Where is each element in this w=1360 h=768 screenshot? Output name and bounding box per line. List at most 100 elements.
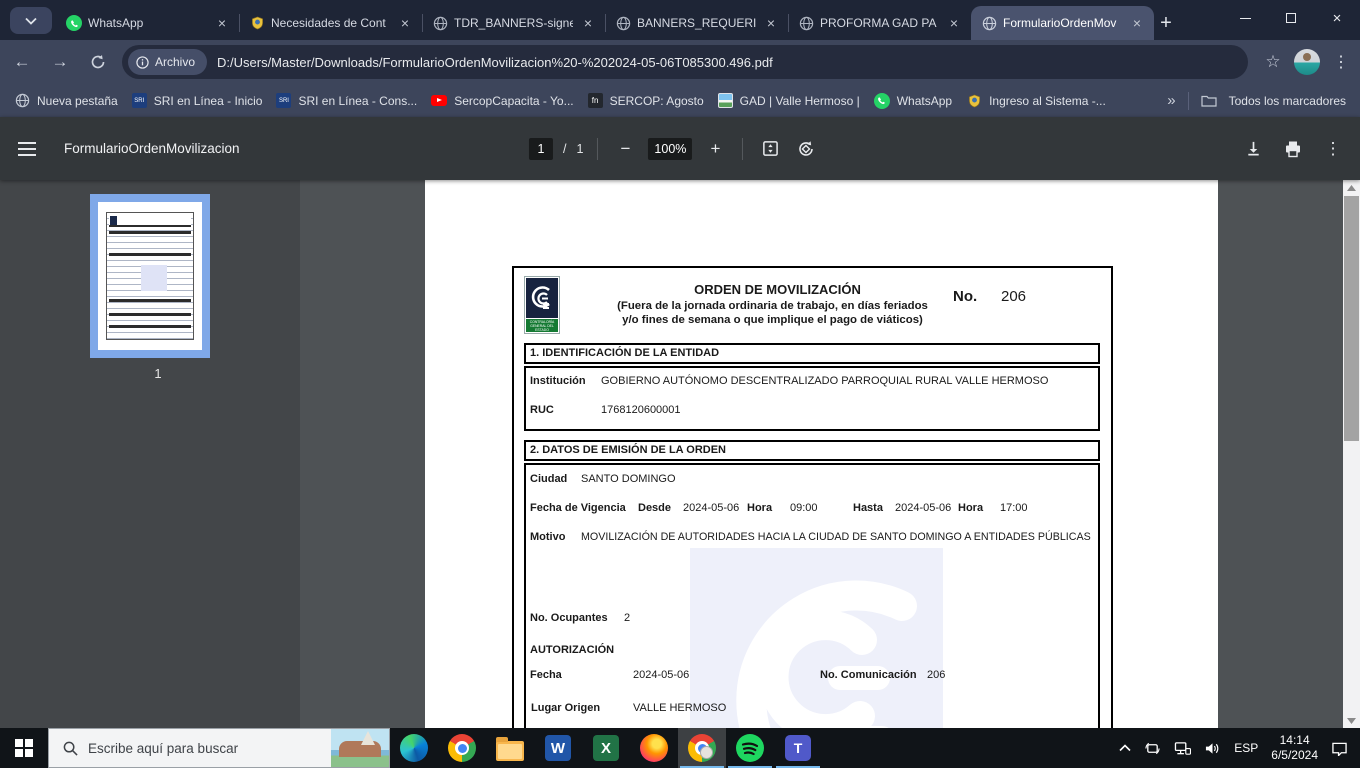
- thumbnail-page: [98, 202, 202, 350]
- desde-label: Desde: [638, 502, 672, 514]
- browser-menu-button[interactable]: ⋮: [1326, 52, 1356, 72]
- search-highlight-image[interactable]: [331, 729, 389, 767]
- new-tab-button[interactable]: +: [1152, 9, 1180, 37]
- close-button[interactable]: ×: [1314, 0, 1360, 36]
- zoom-in-button[interactable]: +: [702, 136, 728, 162]
- search-icon: [63, 741, 78, 756]
- tray-expand-button[interactable]: [1119, 744, 1131, 752]
- print-button[interactable]: [1280, 136, 1306, 162]
- document-frame: CONTRALORÍA GENERAL DEL ESTADO ORDEN DE …: [512, 266, 1113, 728]
- volume-icon[interactable]: [1204, 741, 1221, 756]
- maximize-button[interactable]: [1268, 0, 1314, 36]
- start-button[interactable]: [0, 728, 48, 768]
- bookmark-label: SRI en Línea - Inicio: [153, 93, 263, 108]
- bookmark-sri-inicio[interactable]: SRI SRI en Línea - Inicio: [131, 93, 263, 108]
- taskbar-word[interactable]: W: [534, 728, 582, 768]
- download-button[interactable]: [1240, 136, 1266, 162]
- pdf-menu-button[interactable]: [18, 141, 46, 156]
- taskbar-chrome-active[interactable]: [678, 728, 726, 768]
- document-subtitle-2: y/o fines de semana o que implique el pa…: [622, 314, 923, 326]
- zoom-out-button[interactable]: −: [612, 136, 638, 162]
- bookmarks-bar: Nueva pestaña SRI SRI en Línea - Inicio …: [0, 84, 1360, 117]
- rotate-button[interactable]: [793, 136, 819, 162]
- order-no-label: No.: [953, 288, 978, 305]
- tab-close-icon[interactable]: ×: [213, 14, 231, 32]
- language-indicator[interactable]: ESP: [1234, 741, 1258, 755]
- taskbar-file-explorer[interactable]: [486, 728, 534, 768]
- tab-close-icon[interactable]: ×: [396, 14, 414, 32]
- address-bar[interactable]: Archivo D:/Users/Master/Downloads/Formul…: [122, 45, 1248, 79]
- tab-whatsapp[interactable]: WhatsApp ×: [56, 6, 239, 40]
- gad-site-icon: [717, 93, 733, 108]
- taskbar-chrome[interactable]: [438, 728, 486, 768]
- tab-formulario-active[interactable]: FormularioOrdenMov ×: [971, 6, 1154, 40]
- tab-close-icon[interactable]: ×: [1128, 14, 1146, 32]
- bookmark-sercop-agosto[interactable]: fn SERCOP: Agosto: [587, 93, 704, 108]
- ruc-value: 1768120600001: [601, 404, 681, 416]
- all-bookmarks-label[interactable]: Todos los marcadores: [1229, 94, 1346, 108]
- pdf-actions: ⋮: [1240, 117, 1346, 180]
- folder-icon: [1201, 93, 1217, 109]
- fit-page-icon: [763, 141, 778, 156]
- fit-to-page-button[interactable]: [757, 136, 783, 162]
- pdf-more-button[interactable]: ⋮: [1320, 136, 1346, 162]
- bookmark-sercopcapacita[interactable]: SercopCapacita - Yo...: [431, 94, 574, 108]
- bookmark-nueva-pestana[interactable]: Nueva pestaña: [14, 93, 118, 109]
- bookmark-star-button[interactable]: ☆: [1258, 52, 1288, 72]
- network-icon[interactable]: [1174, 741, 1192, 756]
- zoom-level-input[interactable]: 100%: [648, 137, 693, 160]
- reload-button[interactable]: [82, 46, 114, 78]
- tab-label: Necesidades de Cont: [271, 16, 386, 30]
- url-text[interactable]: D:/Users/Master/Downloads/FormularioOrde…: [217, 55, 1236, 70]
- tab-search-button[interactable]: [10, 7, 52, 34]
- taskbar-teams[interactable]: T: [774, 728, 822, 768]
- taskbar-edge[interactable]: [390, 728, 438, 768]
- tab-close-icon[interactable]: ×: [579, 14, 597, 32]
- fecha-label: Fecha: [530, 669, 562, 681]
- origen-label: Lugar Origen: [531, 702, 601, 714]
- taskbar-excel[interactable]: X: [582, 728, 630, 768]
- viewer-scrollbar[interactable]: [1343, 180, 1360, 728]
- bookmark-gad-valle-hermoso[interactable]: GAD | Valle Hermoso |: [717, 93, 860, 108]
- tab-close-icon[interactable]: ×: [945, 14, 963, 32]
- ocupantes-label: No. Ocupantes: [530, 612, 608, 624]
- bookmark-ingreso-sistema[interactable]: Ingreso al Sistema -...: [966, 93, 1106, 109]
- page-thumbnail[interactable]: [90, 194, 210, 358]
- taskbar-firefox[interactable]: [630, 728, 678, 768]
- connect-icon[interactable]: [1144, 741, 1161, 756]
- scroll-up-arrow[interactable]: [1343, 180, 1360, 195]
- action-center-button[interactable]: [1331, 741, 1348, 756]
- site-info-chip[interactable]: Archivo: [128, 49, 208, 75]
- back-button[interactable]: ←: [6, 46, 38, 78]
- bookmark-whatsapp[interactable]: WhatsApp: [873, 92, 952, 109]
- document-subtitle-1: (Fuera de la jornada ordinaria de trabaj…: [617, 300, 928, 312]
- forward-button[interactable]: →: [44, 46, 76, 78]
- taskbar-clock[interactable]: 14:14 6/5/2024: [1271, 733, 1318, 763]
- spotify-icon: [736, 734, 764, 762]
- bookmarks-overflow-button[interactable]: »: [1167, 92, 1175, 109]
- sri-icon: SRI: [131, 93, 147, 108]
- taskbar-search[interactable]: Escribe aquí para buscar: [48, 728, 390, 768]
- taskbar: Escribe aquí para buscar W X T ESP 14:14…: [0, 728, 1360, 768]
- crest-icon: [966, 93, 982, 109]
- tab-proforma[interactable]: PROFORMA GAD PA ×: [788, 6, 971, 40]
- tab-banners-requerim[interactable]: BANNERS_REQUERIM ×: [605, 6, 788, 40]
- whatsapp-icon: [66, 15, 82, 31]
- comunicacion-label: No. Comunicación: [820, 669, 917, 681]
- page-number-input[interactable]: 1: [528, 137, 553, 160]
- ruc-label: RUC: [530, 404, 554, 416]
- bookmark-sri-consultas[interactable]: SRI SRI en Línea - Cons...: [276, 93, 417, 108]
- section1-header: 1. IDENTIFICACIÓN DE LA ENTIDAD: [524, 343, 1100, 364]
- profile-avatar[interactable]: [1294, 49, 1320, 75]
- tab-tdr-banners[interactable]: TDR_BANNERS-signe ×: [422, 6, 605, 40]
- tab-strip: WhatsApp × Necesidades de Cont × TDR_BAN…: [0, 0, 1360, 40]
- taskbar-spotify[interactable]: [726, 728, 774, 768]
- minimize-button[interactable]: [1222, 0, 1268, 36]
- tab-necesidades[interactable]: Necesidades de Cont ×: [239, 6, 422, 40]
- scroll-down-arrow[interactable]: [1343, 713, 1360, 728]
- pdf-viewer: 1 CONTRALORÍA GENERAL DEL ESTADO ORDEN D…: [0, 180, 1360, 728]
- tab-close-icon[interactable]: ×: [762, 14, 780, 32]
- chrome-icon: [448, 734, 476, 762]
- download-icon: [1247, 141, 1259, 156]
- scrollbar-thumb[interactable]: [1344, 196, 1359, 441]
